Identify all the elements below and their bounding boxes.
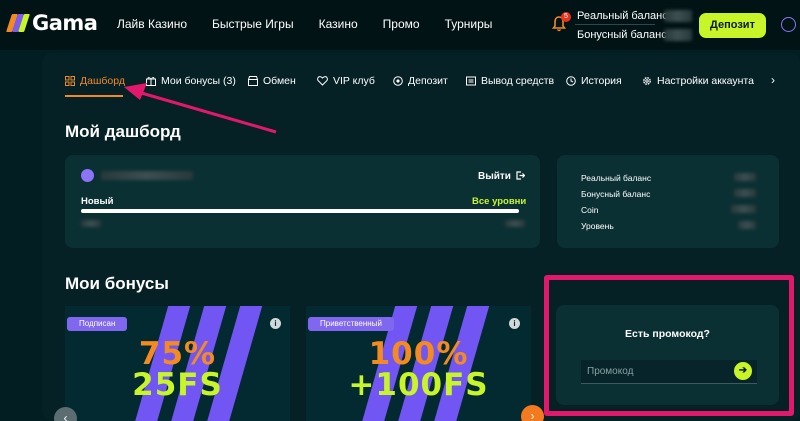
shop-icon [248,76,258,86]
tab-exchange[interactable]: Обмен [248,73,296,89]
nav-item-tournaments[interactable]: Турниры [445,17,493,31]
profile-card [65,155,540,248]
header-bonus-balance-label: Бонусный баланс [577,29,667,41]
blurred-value [738,221,756,229]
bonus-freespins: +100FS [348,367,489,403]
promo-highlight-frame [544,275,794,416]
info-icon[interactable]: i [270,318,281,329]
tab-vip-club[interactable]: VIP клуб [317,73,375,89]
tab-account-settings[interactable]: Настройки аккаунта [642,73,754,89]
balance-row-bonus: Бонусный баланс [581,189,651,199]
gear-icon [643,77,651,85]
tab-history[interactable]: История [566,73,622,89]
carousel-next-button[interactable]: › [521,405,544,421]
info-icon[interactable]: i [509,318,520,329]
bonus-freespins: 25FS [132,367,223,403]
balance-card [557,155,779,248]
current-level: Новый [81,196,114,207]
logout-icon [516,171,526,180]
tab-dashboard[interactable]: Дашборд [65,73,125,89]
gift-icon [146,76,156,86]
blurred-value [734,173,756,181]
level-progress-fill [81,209,519,213]
main-nav: Лайв Казино Быстрые Игры Казино Промо Ту… [117,17,517,31]
notification-badge: 5 [561,12,571,22]
tab-label: Мои бонусы (3) [161,75,236,87]
clock-icon [566,76,576,86]
nav-item-casino[interactable]: Казино [319,17,358,31]
bonus-status-badge: Подписан [67,317,128,331]
tab-label: Настройки аккаунта [657,75,754,87]
logo-mark-icon [6,12,30,34]
blurred-level-max [505,220,525,227]
dashboard-icon [65,76,75,86]
blurred-username [101,171,193,180]
all-levels-link[interactable]: Все уровни [472,196,526,207]
blurred-value [734,189,756,197]
balance-row-level: Уровень [581,221,614,231]
balance-row-coin: Coin [581,205,599,215]
tab-label: Вывод средств [481,75,555,87]
logout-button[interactable]: Выйти [478,171,526,182]
bonus-card[interactable]: Приветственный i 100% +100FS [306,306,531,421]
blurred-level-min [81,220,101,227]
top-header: Gama Лайв Казино Быстрые Игры Казино Про… [0,0,800,50]
logout-label: Выйти [478,171,511,182]
tab-label: Обмен [263,75,296,87]
level-progress-bar [81,209,519,213]
tab-withdraw[interactable]: Вывод средств [466,73,554,89]
bonuses-section-title: Мои бонусы [65,274,169,293]
tab-label: Дашборд [80,75,125,87]
profile-avatar [81,169,94,182]
bonus-card[interactable]: Подписан i 75% 25FS [65,306,290,421]
balance-row-real: Реальный баланс [581,173,652,183]
tab-label: История [581,75,622,87]
user-avatar[interactable] [781,17,796,32]
tab-my-bonuses[interactable]: Мои бонусы (3) [146,73,236,89]
wallet-icon [466,76,476,86]
nav-item-live-casino[interactable]: Лайв Казино [117,17,187,31]
page-title: Мой дашборд [65,122,181,141]
coin-icon [393,76,403,86]
logo[interactable]: Gama [6,11,98,35]
active-tab-indicator [65,95,123,97]
nav-item-promo[interactable]: Промо [383,17,420,31]
tabs-scroll-right-icon[interactable]: › [771,73,775,87]
tab-label: VIP клуб [333,75,375,87]
bonus-status-badge: Приветственный [308,317,394,331]
deposit-button[interactable]: Депозит [699,13,766,38]
nav-item-fast-games[interactable]: Быстрые Игры [212,17,294,31]
logo-text: Gama [32,11,98,35]
blurred-real-balance [664,10,692,22]
header-real-balance-label: Реальный баланс [577,10,668,22]
balance-divider [575,24,655,25]
blurred-bonus-balance [664,29,692,41]
blurred-value [731,205,756,213]
tab-label: Депозит [408,75,448,87]
heart-icon [317,76,328,86]
tab-deposit[interactable]: Депозит [393,73,448,89]
